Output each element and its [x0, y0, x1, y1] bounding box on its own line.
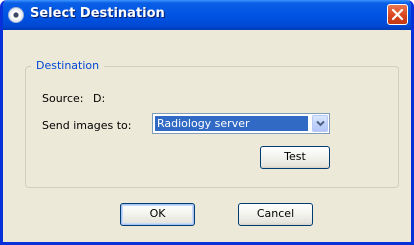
cancel-button-label: Cancel	[256, 207, 295, 220]
send-images-label: Send images to:	[42, 119, 132, 132]
dialog-window: Select Destination Destination Source: D…	[0, 0, 414, 245]
destination-select[interactable]: Radiology server	[152, 113, 330, 134]
chevron-down-icon	[316, 120, 325, 127]
close-button[interactable]	[387, 4, 408, 25]
dropdown-button[interactable]	[312, 115, 328, 132]
close-icon	[391, 8, 404, 21]
window-title: Select Destination	[30, 6, 165, 21]
app-icon	[8, 7, 24, 23]
source-value: D:	[93, 92, 106, 105]
destination-select-value: Radiology server	[155, 116, 308, 131]
destination-group-label: Destination	[31, 59, 105, 72]
ok-button-label: OK	[149, 207, 166, 220]
source-label: Source:	[42, 92, 84, 105]
cancel-button[interactable]: Cancel	[238, 203, 313, 226]
test-button[interactable]: Test	[260, 146, 330, 169]
title-bar[interactable]: Select Destination	[3, 0, 411, 30]
ok-button[interactable]: OK	[120, 203, 195, 226]
test-button-label: Test	[284, 150, 306, 163]
